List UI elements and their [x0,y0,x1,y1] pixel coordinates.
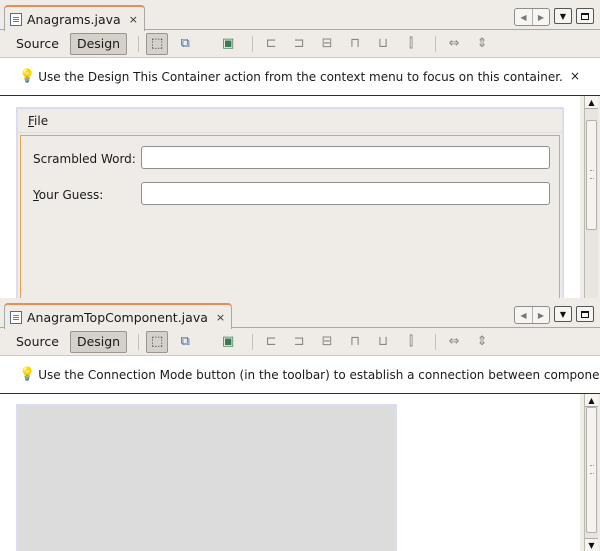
scroll-thumb[interactable] [586,407,597,533]
hint-close-button[interactable]: × [570,69,580,83]
tab-anagram-top-component-java[interactable]: AnagramTopComponent.java × [4,303,233,329]
vertical-scrollbar[interactable]: ▲ [584,96,598,298]
lightbulb-icon: 💡 [19,367,36,382]
scroll-tabs-group: ◀ ▶ [514,306,550,324]
scroll-tabs-right-button[interactable]: ▶ [532,9,549,25]
toolbar-separator [435,35,437,52]
scroll-grip [590,465,594,474]
form-menu-bar: File [18,109,562,133]
scroll-tabs-right-button[interactable]: ▶ [532,307,549,323]
show-opened-documents-button[interactable]: ▼ [554,8,572,24]
design-canvas[interactable]: File Scrambled Word: Your Guess: [0,96,580,298]
source-button[interactable]: Source [9,33,66,55]
align-left-icon[interactable]: ⊏ [260,33,282,55]
center-horizontally-icon[interactable]: ⊟ [316,331,338,353]
tab-navigation: ◀ ▶ ▼ [514,306,594,324]
toolbar-separator [138,35,140,52]
selection-mode-icon[interactable]: ⬚ [146,32,169,55]
your-guess-field[interactable] [141,182,550,205]
toolbar-separator [252,333,254,350]
align-left-icon[interactable]: ⊏ [260,331,282,353]
tab-navigation: ◀ ▶ ▼ [514,8,594,26]
resize-vertical-icon[interactable]: ⇕ [471,331,493,353]
lightbulb-icon: 💡 [19,69,36,84]
scroll-grip [590,170,594,179]
top-component-form[interactable] [16,404,397,551]
toolbar-separator [435,333,437,350]
editor-toolbar: Source Design ⬚ ⧉ ▣ ⊏ ⊐ ⊟ ⊓ ⊔ ⫿ ⇔ ⇕ [0,328,600,356]
toolbar-separator [138,333,140,350]
tab-close-button[interactable]: × [129,13,138,26]
design-canvas[interactable] [0,394,580,551]
resize-horizontal-icon[interactable]: ⇔ [443,331,465,353]
maximize-icon [581,12,589,20]
editor-anagram-top-component: AnagramTopComponent.java × ◀ ▶ ▼ Source … [0,298,600,551]
scrambled-word-label: Scrambled Word: [33,152,136,166]
scroll-tabs-left-button[interactable]: ◀ [515,307,532,323]
preview-design-icon[interactable]: ▣ [217,331,239,353]
scroll-down-button[interactable]: ▼ [585,538,598,551]
java-file-icon [10,310,22,324]
hint-text: Use the Design This Container action fro… [38,69,563,84]
vertical-scrollbar[interactable]: ▲ ▼ [584,394,598,551]
scroll-thumb[interactable] [586,120,597,230]
design-hint-bar: 💡 Use the Design This Container action f… [0,58,600,96]
scroll-up-button[interactable]: ▲ [585,394,598,407]
center-horizontally-icon[interactable]: ⊟ [316,33,338,55]
maximize-icon [581,310,589,318]
jframe-form[interactable]: File Scrambled Word: Your Guess: [16,107,564,298]
maximize-window-button[interactable] [576,306,594,322]
source-button[interactable]: Source [9,331,66,353]
tab-title: AnagramTopComponent.java [27,309,208,325]
resize-horizontal-icon[interactable]: ⇔ [443,33,465,55]
editor-toolbar: Source Design ⬚ ⧉ ▣ ⊏ ⊐ ⊟ ⊓ ⊔ ⫿ ⇔ ⇕ [0,30,600,58]
align-bottom-icon[interactable]: ⊔ [372,33,394,55]
align-right-icon[interactable]: ⊐ [288,33,310,55]
scroll-up-button[interactable]: ▲ [585,96,598,109]
show-opened-documents-button[interactable]: ▼ [554,306,572,322]
connection-mode-icon[interactable]: ⧉ [174,331,196,353]
align-top-icon[interactable]: ⊓ [344,33,366,55]
main-panel[interactable]: Scrambled Word: Your Guess: [20,135,560,298]
editor-tab-bar: Anagrams.java × ◀ ▶ ▼ [0,0,600,31]
scroll-tabs-group: ◀ ▶ [514,8,550,26]
selection-mode-icon[interactable]: ⬚ [146,330,169,353]
connection-mode-icon[interactable]: ⧉ [174,33,196,55]
center-vertically-icon[interactable]: ⫿ [400,331,422,353]
align-right-icon[interactable]: ⊐ [288,331,310,353]
design-button[interactable]: Design [69,32,128,55]
your-guess-label: Your Guess: [33,188,104,202]
toolbar-separator [252,35,254,52]
align-top-icon[interactable]: ⊓ [344,331,366,353]
center-vertically-icon[interactable]: ⫿ [400,33,422,55]
file-menu[interactable]: File [28,114,48,128]
hint-text: Use the Connection Mode button (in the t… [38,367,600,382]
java-file-icon [10,12,22,26]
editor-anagrams: Anagrams.java × ◀ ▶ ▼ Source Design ⬚ ⧉ … [0,0,600,298]
scroll-tabs-left-button[interactable]: ◀ [515,9,532,25]
maximize-window-button[interactable] [576,8,594,24]
tab-close-button[interactable]: × [216,311,225,324]
design-hint-bar: 💡 Use the Connection Mode button (in the… [0,356,600,394]
preview-design-icon[interactable]: ▣ [217,33,239,55]
tab-title: Anagrams.java [27,11,121,27]
editor-tab-bar: AnagramTopComponent.java × ◀ ▶ ▼ [0,298,600,329]
resize-vertical-icon[interactable]: ⇕ [471,33,493,55]
tab-anagrams-java[interactable]: Anagrams.java × [4,5,145,31]
design-button[interactable]: Design [69,330,128,353]
scrambled-word-field[interactable] [141,146,550,169]
align-bottom-icon[interactable]: ⊔ [372,331,394,353]
